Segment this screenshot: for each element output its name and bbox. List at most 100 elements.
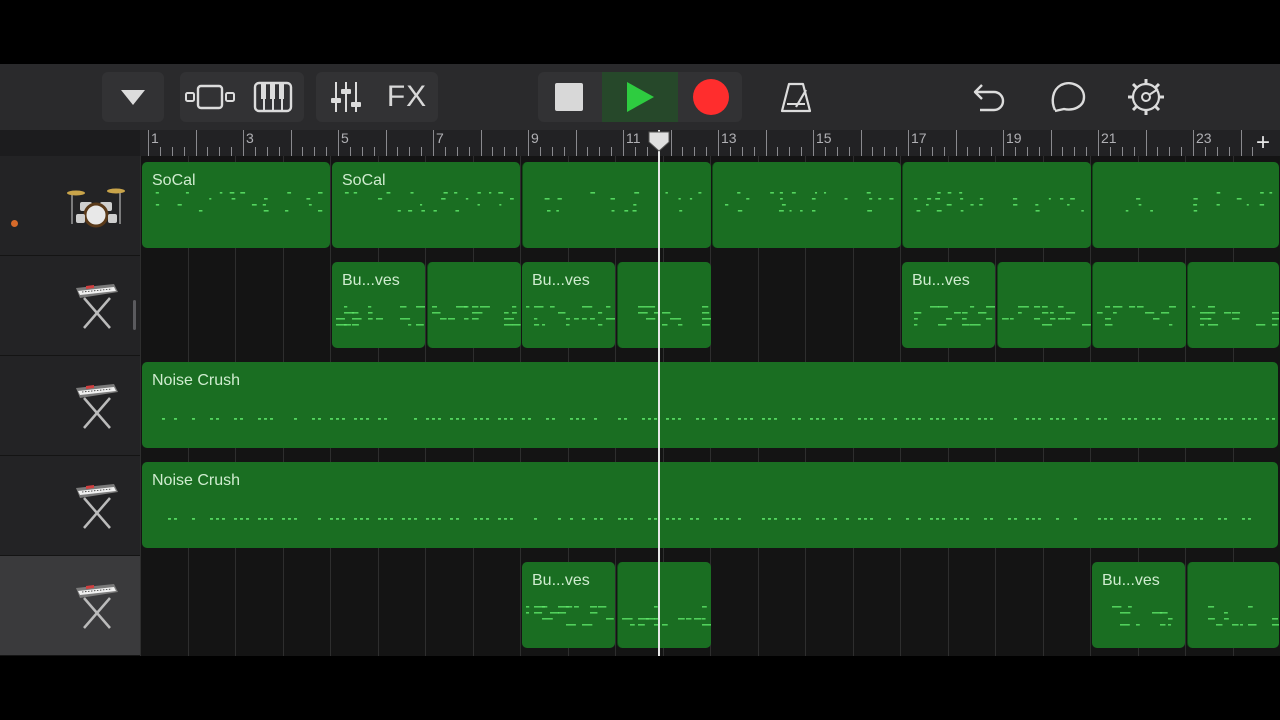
undo-button[interactable] xyxy=(966,72,1012,122)
ruler-tick xyxy=(231,147,233,156)
midi-region[interactable] xyxy=(617,262,711,348)
ruler-bar-number: 17 xyxy=(911,130,927,146)
settings-button[interactable] xyxy=(1122,72,1170,122)
midi-region[interactable] xyxy=(712,162,901,248)
bar-gridline xyxy=(282,256,284,356)
bar-gridline xyxy=(140,356,141,456)
ruler-tick xyxy=(931,147,933,156)
playhead-handle[interactable] xyxy=(647,130,671,152)
ruler-tick xyxy=(1014,147,1016,156)
ruler-tick xyxy=(848,147,850,156)
track-header[interactable] xyxy=(0,356,140,456)
timeline-ruler[interactable]: 1 3 5 7 9 11 13 15 17 19 21 23 + xyxy=(140,130,1280,157)
play-button[interactable] xyxy=(602,72,678,122)
midi-notes xyxy=(622,606,711,626)
ruler-tick xyxy=(979,147,981,156)
ruler-tick xyxy=(1109,147,1111,156)
ruler-tick xyxy=(634,147,636,156)
midi-notes xyxy=(914,306,995,326)
track-header[interactable] xyxy=(0,256,140,356)
midi-region[interactable] xyxy=(522,162,711,248)
bar-gridline xyxy=(900,256,901,356)
ruler-tick xyxy=(302,147,304,156)
track-lane[interactable]: Bu...ves Bu...ves Bu...ves xyxy=(140,256,1280,356)
ruler-tick xyxy=(195,130,197,156)
ruler-tick xyxy=(563,147,565,156)
midi-region[interactable]: Noise Crush xyxy=(142,362,1278,448)
midi-region[interactable] xyxy=(1092,162,1279,248)
midi-region[interactable] xyxy=(997,262,1091,348)
ruler-tick xyxy=(599,147,601,156)
stop-button[interactable] xyxy=(538,72,600,122)
loop-browser-button[interactable] xyxy=(1044,72,1092,122)
track-header[interactable] xyxy=(0,156,140,256)
ruler-bar-number: 5 xyxy=(341,130,349,146)
add-section-button[interactable]: + xyxy=(1256,130,1270,156)
ruler-tick xyxy=(1216,147,1218,156)
track-header[interactable] xyxy=(0,556,140,656)
bar-gridline xyxy=(140,256,141,356)
midi-notes xyxy=(724,192,894,212)
header-resize-handle[interactable] xyxy=(133,300,136,330)
ruler-tick xyxy=(1038,147,1040,156)
bar-gridline xyxy=(235,556,236,656)
midi-region[interactable] xyxy=(1187,262,1279,348)
midi-region[interactable]: Bu...ves xyxy=(522,262,615,348)
ruler-tick xyxy=(623,130,624,156)
region-name: Noise Crush xyxy=(152,472,241,489)
mixer-button[interactable] xyxy=(316,72,376,122)
ruler-tick xyxy=(492,147,494,156)
bar-gridline xyxy=(995,256,996,356)
play-icon xyxy=(627,82,654,112)
record-button[interactable] xyxy=(680,72,742,122)
tracks-view-button[interactable] xyxy=(180,72,242,122)
ruler-tick xyxy=(682,147,684,156)
track-lane[interactable]: Noise Crush xyxy=(140,356,1280,456)
midi-region[interactable]: Bu...ves xyxy=(332,262,425,348)
record-icon xyxy=(693,79,729,115)
midi-notes xyxy=(1192,306,1279,326)
midi-region[interactable]: Bu...ves xyxy=(522,562,615,648)
ruler-bar-number: 23 xyxy=(1196,130,1212,146)
midi-region[interactable]: SoCal xyxy=(332,162,520,248)
browser-button[interactable] xyxy=(102,72,164,122)
ruler-bar-number: 11 xyxy=(626,130,641,146)
ruler-tick xyxy=(1181,147,1183,156)
region-name: Bu...ves xyxy=(342,272,400,289)
fx-button[interactable]: FX xyxy=(376,72,438,122)
midi-region[interactable] xyxy=(902,162,1091,248)
midi-region[interactable]: Noise Crush xyxy=(142,462,1278,548)
midi-region[interactable] xyxy=(1187,562,1279,648)
bar-gridline xyxy=(520,556,521,656)
track-lane[interactable]: Bu...ves Bu...ves xyxy=(140,556,1280,656)
bar-gridline xyxy=(140,156,141,256)
midi-notes xyxy=(913,192,1084,212)
ruler-tick xyxy=(385,130,387,156)
ruler-tick xyxy=(967,147,969,156)
ruler-tick xyxy=(504,147,506,156)
keyboard-button[interactable] xyxy=(242,72,304,122)
ruler-bar-number: 15 xyxy=(816,130,832,146)
midi-region[interactable]: Bu...ves xyxy=(1092,562,1185,648)
ruler-tick xyxy=(1003,130,1004,156)
bar-gridline xyxy=(140,556,141,656)
ruler-tick xyxy=(1228,147,1230,156)
midi-region[interactable]: Bu...ves xyxy=(902,262,995,348)
ruler-tick xyxy=(326,147,328,156)
triangle-down-icon xyxy=(121,90,145,105)
track-header[interactable] xyxy=(0,456,140,556)
midi-region[interactable] xyxy=(1092,262,1186,348)
metronome-button[interactable] xyxy=(772,72,820,122)
ruler-tick xyxy=(741,147,743,156)
ruler-tick xyxy=(1074,147,1076,156)
record-enable-indicator[interactable] xyxy=(11,220,18,227)
midi-region[interactable]: SoCal xyxy=(142,162,330,248)
ruler-tick xyxy=(919,147,921,156)
midi-notes xyxy=(344,192,514,212)
midi-region[interactable] xyxy=(427,262,521,348)
track-lane[interactable]: Noise Crush xyxy=(140,456,1280,556)
midi-region[interactable] xyxy=(617,562,711,648)
ruler-tick xyxy=(1204,147,1206,156)
track-lane[interactable]: SoCal SoCal xyxy=(140,156,1280,256)
ruler-tick xyxy=(611,147,613,156)
